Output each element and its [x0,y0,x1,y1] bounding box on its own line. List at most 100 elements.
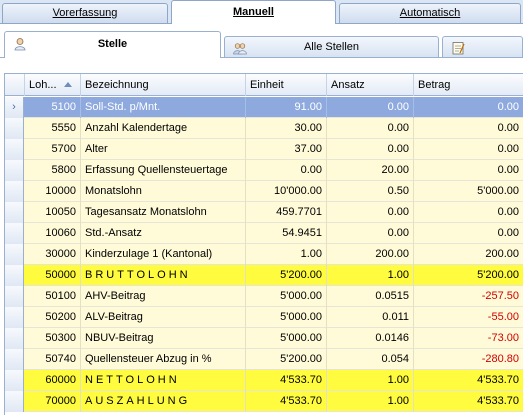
cell-lohnart[interactable]: 60000 [25,370,81,391]
cell-betrag[interactable]: 0.00 [414,97,523,118]
cell-lohnart[interactable]: 10000 [25,181,81,202]
row-indicator[interactable] [5,160,24,181]
row-indicator[interactable] [5,286,24,307]
row-indicator[interactable] [5,349,24,370]
cell-bezeichnung[interactable]: Monatslohn [81,181,246,202]
row-indicator[interactable] [5,391,24,412]
tab-stelle[interactable]: Stelle [4,31,221,58]
cell-einheit[interactable]: 1.00 [246,244,327,265]
cell-einheit[interactable]: 5'000.00 [246,307,327,328]
cell-bezeichnung[interactable]: NETTOLOHN [81,370,246,391]
cell-betrag[interactable]: 200.00 [414,244,523,265]
cell-ansatz[interactable]: 0.011 [327,307,414,328]
cell-betrag[interactable]: -73.00 [414,328,523,349]
row-indicator[interactable] [5,244,24,265]
cell-betrag[interactable]: -55.00 [414,307,523,328]
cell-bezeichnung[interactable]: Soll-Std. p/Mnt. [81,97,246,118]
cell-bezeichnung[interactable]: Tagesansatz Monatslohn [81,202,246,223]
tab-automatisch[interactable]: Automatisch [339,3,521,23]
cell-lohnart[interactable]: 50300 [25,328,81,349]
cell-ansatz[interactable]: 0.0146 [327,328,414,349]
cell-einheit[interactable]: 459.7701 [246,202,327,223]
table-row[interactable]: 5700 Alter 37.00 0.00 0.00 [5,139,523,160]
cell-ansatz[interactable]: 0.0515 [327,286,414,307]
row-indicator[interactable] [5,118,24,139]
cell-bezeichnung[interactable]: BRUTTOLOHN [81,265,246,286]
cell-lohnart[interactable]: 10050 [25,202,81,223]
cell-betrag[interactable]: 4'533.70 [414,391,523,412]
table-row[interactable]: 50300 NBUV-Beitrag 5'000.00 0.0146 -73.00 [5,328,523,349]
cell-betrag[interactable]: 5'200.00 [414,265,523,286]
header-betrag[interactable]: Betrag [414,74,523,96]
cell-einheit[interactable]: 0.00 [246,160,327,181]
cell-einheit[interactable]: 5'000.00 [246,328,327,349]
cell-lohnart[interactable]: 5700 [25,139,81,160]
cell-bezeichnung[interactable]: AHV-Beitrag [81,286,246,307]
table-row[interactable]: 5800 Erfassung Quellensteuertage 0.00 20.00… [5,160,523,181]
table-row[interactable]: 50100 AHV-Beitrag 5'000.00 0.0515 -257.50 [5,286,523,307]
cell-einheit[interactable]: 4'533.70 [246,391,327,412]
row-indicator[interactable] [5,181,24,202]
table-row[interactable]: 10060 Std.-Ansatz 54.9451 0.00 0.00 [5,223,523,244]
row-indicator[interactable] [5,370,24,391]
cell-ansatz[interactable]: 1.00 [327,370,414,391]
table-row[interactable]: 60000 NETTOLOHN 4'533.70 1.00 4'533.70 [5,370,523,391]
row-indicator[interactable] [5,265,24,286]
cell-bezeichnung[interactable]: ALV-Beitrag [81,307,246,328]
cell-einheit[interactable]: 30.00 [246,118,327,139]
cell-bezeichnung[interactable]: Std.-Ansatz [81,223,246,244]
cell-einheit[interactable]: 4'533.70 [246,370,327,391]
cell-bezeichnung[interactable]: Quellensteuer Abzug in % [81,349,246,370]
cell-betrag[interactable]: -257.50 [414,286,523,307]
cell-einheit[interactable]: 91.00 [246,97,327,118]
row-indicator[interactable] [5,223,24,244]
cell-ansatz[interactable]: 0.00 [327,97,414,118]
cell-betrag[interactable]: 0.00 [414,118,523,139]
row-indicator[interactable]: › [5,97,24,118]
cell-lohnart[interactable]: 70000 [25,391,81,412]
cell-lohnart[interactable]: 5800 [25,160,81,181]
table-row[interactable]: 30000 Kinderzulage 1 (Kantonal) 1.00 200.00… [5,244,523,265]
cell-lohnart[interactable]: 50740 [25,349,81,370]
cell-einheit[interactable]: 5'200.00 [246,265,327,286]
cell-lohnart[interactable]: 10060 [25,223,81,244]
cell-bezeichnung[interactable]: Anzahl Kalendertage [81,118,246,139]
cell-lohnart[interactable]: 50200 [25,307,81,328]
tab-vorerfassung[interactable]: Vorerfassung [2,3,168,23]
cell-ansatz[interactable]: 20.00 [327,160,414,181]
header-ansatz[interactable]: Ansatz [327,74,414,96]
row-indicator[interactable] [5,307,24,328]
cell-ansatz[interactable]: 0.00 [327,139,414,160]
cell-bezeichnung[interactable]: Alter [81,139,246,160]
cell-bezeichnung[interactable]: Kinderzulage 1 (Kantonal) [81,244,246,265]
tab-notizen[interactable] [442,36,523,58]
cell-ansatz[interactable]: 1.00 [327,391,414,412]
tab-alle-stellen[interactable]: Alle Stellen [224,36,439,58]
row-indicator[interactable] [5,139,24,160]
cell-einheit[interactable]: 54.9451 [246,223,327,244]
cell-ansatz[interactable]: 0.00 [327,223,414,244]
cell-lohnart[interactable]: 5550 [25,118,81,139]
cell-betrag[interactable]: 0.00 [414,160,523,181]
cell-einheit[interactable]: 5'000.00 [246,286,327,307]
cell-betrag[interactable]: 0.00 [414,202,523,223]
cell-lohnart[interactable]: 5100 [25,97,81,118]
cell-lohnart[interactable]: 50100 [25,286,81,307]
header-bezeichnung[interactable]: Bezeichnung [81,74,246,96]
table-row[interactable]: 5550 Anzahl Kalendertage 30.00 0.00 0.00 [5,118,523,139]
cell-betrag[interactable]: 4'533.70 [414,370,523,391]
cell-einheit[interactable]: 5'200.00 [246,349,327,370]
header-lohnart[interactable]: Loh... [25,74,81,96]
row-indicator[interactable] [5,202,24,223]
table-row[interactable]: 50000 BRUTTOLOHN 5'200.00 1.00 5'200.00 [5,265,523,286]
cell-bezeichnung[interactable]: Erfassung Quellensteuertage [81,160,246,181]
table-row[interactable]: 10000 Monatslohn 10'000.00 0.50 5'000.00 [5,181,523,202]
cell-ansatz[interactable]: 200.00 [327,244,414,265]
tab-manuell[interactable]: Manuell [171,0,336,24]
cell-einheit[interactable]: 10'000.00 [246,181,327,202]
table-row[interactable]: 70000 AUSZAHLUNG 4'533.70 1.00 4'533.70 [5,391,523,412]
table-row[interactable]: › 5100 Soll-Std. p/Mnt. 91.00 0.00 0.00 [5,97,523,118]
row-indicator[interactable] [5,328,24,349]
cell-betrag[interactable]: 5'000.00 [414,181,523,202]
cell-bezeichnung[interactable]: AUSZAHLUNG [81,391,246,412]
